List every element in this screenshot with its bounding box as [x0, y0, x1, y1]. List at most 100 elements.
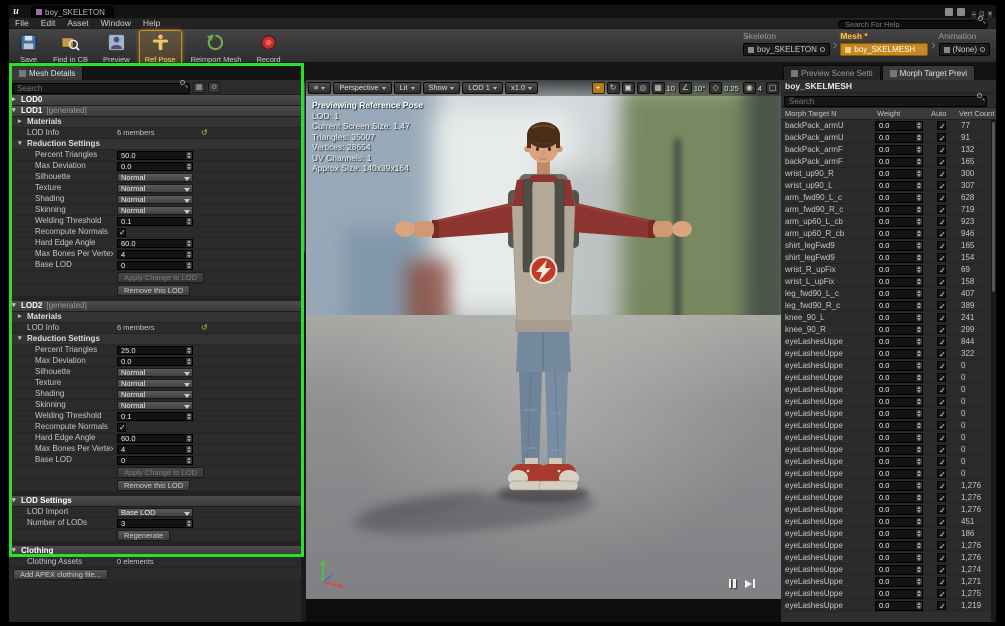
spin-arrows-icon[interactable]	[915, 566, 922, 573]
property-dropdown[interactable]: Normal	[117, 368, 193, 377]
morph-auto-checkbox[interactable]	[937, 409, 946, 418]
spin-arrows-icon[interactable]	[915, 158, 922, 165]
move-tool-icon[interactable]: +	[592, 82, 605, 94]
category-lod1[interactable]: ▾LOD1[generated]	[9, 106, 306, 117]
playback-speed-menu[interactable]: x1.0	[505, 82, 538, 94]
spin-arrows-icon[interactable]	[185, 358, 192, 365]
spin-arrows-icon[interactable]	[915, 146, 922, 153]
morph-auto-checkbox[interactable]	[937, 493, 946, 502]
spin-arrows-icon[interactable]	[915, 278, 922, 285]
property-dropdown[interactable]: Normal	[117, 184, 193, 193]
morph-auto-checkbox[interactable]	[937, 445, 946, 454]
property-spinbox[interactable]: 60.0	[117, 239, 193, 248]
morph-weight-spinbox[interactable]: 0.0	[875, 445, 923, 455]
subcategory-materials[interactable]: ▸Materials	[9, 117, 306, 128]
property-spinbox[interactable]: 50.0	[117, 151, 193, 160]
spin-arrows-icon[interactable]	[915, 590, 922, 597]
morph-auto-checkbox[interactable]	[937, 241, 946, 250]
spin-arrows-icon[interactable]	[915, 218, 922, 225]
reset-to-default-icon[interactable]: ↺	[201, 128, 208, 138]
spin-arrows-icon[interactable]	[915, 374, 922, 381]
view-mode-menu[interactable]: Lit	[394, 82, 421, 94]
property-spinbox[interactable]: 0.0	[117, 162, 193, 171]
spin-arrows-icon[interactable]	[915, 194, 922, 201]
spin-arrows-icon[interactable]	[185, 435, 192, 442]
morph-auto-checkbox[interactable]	[937, 565, 946, 574]
morph-auto-checkbox[interactable]	[937, 577, 946, 586]
pause-button[interactable]	[728, 575, 737, 593]
property-spinbox[interactable]: 3	[117, 519, 193, 528]
morph-auto-checkbox[interactable]	[937, 253, 946, 262]
morph-auto-checkbox[interactable]	[937, 601, 946, 610]
preview-button[interactable]: Preview	[97, 30, 136, 66]
spin-arrows-icon[interactable]	[915, 434, 922, 441]
morph-auto-checkbox[interactable]	[937, 385, 946, 394]
morph-weight-spinbox[interactable]: 0.0	[875, 337, 923, 347]
spin-arrows-icon[interactable]	[185, 163, 192, 170]
spin-arrows-icon[interactable]	[915, 398, 922, 405]
menu-edit[interactable]: Edit	[35, 18, 62, 29]
property-dropdown[interactable]: Normal	[117, 401, 193, 410]
morph-auto-checkbox[interactable]	[937, 121, 946, 130]
morph-scrollbar[interactable]	[991, 120, 996, 622]
expander-icon[interactable]: ▸	[12, 95, 16, 105]
property-dropdown[interactable]: Base LOD	[117, 508, 193, 517]
spin-arrows-icon[interactable]	[185, 251, 192, 258]
morph-auto-checkbox[interactable]	[937, 505, 946, 514]
help-search-input[interactable]	[838, 20, 988, 29]
breadcrumb-asset-button[interactable]: boy_SKELMESH	[840, 43, 928, 56]
grid-snap-toggle-icon[interactable]: ▦	[652, 82, 665, 94]
morph-weight-spinbox[interactable]: 0.0	[875, 481, 923, 491]
spin-arrows-icon[interactable]	[915, 446, 922, 453]
morph-auto-checkbox[interactable]	[937, 529, 946, 538]
morph-weight-spinbox[interactable]: 0.0	[875, 361, 923, 371]
morph-weight-spinbox[interactable]: 0.0	[875, 217, 923, 227]
morph-weight-spinbox[interactable]: 0.0	[875, 589, 923, 599]
morph-auto-checkbox[interactable]	[937, 145, 946, 154]
property-spinbox[interactable]: 0.1	[117, 217, 193, 226]
spin-arrows-icon[interactable]	[915, 578, 922, 585]
spin-arrows-icon[interactable]	[915, 542, 922, 549]
save-button[interactable]: Save	[13, 30, 44, 66]
morph-weight-spinbox[interactable]: 0.0	[875, 349, 923, 359]
morph-auto-checkbox[interactable]	[937, 481, 946, 490]
maximize-viewport-icon[interactable]: ▢	[766, 82, 779, 94]
spin-arrows-icon[interactable]	[915, 170, 922, 177]
coordinate-system-toggle-icon[interactable]: ◎	[637, 82, 650, 94]
property-spinbox[interactable]: 25.0	[117, 346, 193, 355]
morph-weight-spinbox[interactable]: 0.0	[875, 265, 923, 275]
category-clothing[interactable]: ▾Clothing	[9, 546, 306, 557]
show-menu[interactable]: Show	[423, 82, 461, 94]
tab-morph-target-preview[interactable]: Morph Target Previ	[882, 65, 975, 80]
spin-arrows-icon[interactable]	[185, 446, 192, 453]
spin-arrows-icon[interactable]	[915, 494, 922, 501]
find-in-cb-button[interactable]: Find in CB	[47, 30, 94, 66]
morph-weight-spinbox[interactable]: 0.0	[875, 565, 923, 575]
expander-icon[interactable]: ▸	[18, 117, 22, 127]
property-dropdown[interactable]: Normal	[117, 379, 193, 388]
morph-weight-spinbox[interactable]: 0.0	[875, 433, 923, 443]
morph-weight-spinbox[interactable]: 0.0	[875, 301, 923, 311]
morph-auto-checkbox[interactable]	[937, 289, 946, 298]
spin-arrows-icon[interactable]	[915, 458, 922, 465]
morph-auto-checkbox[interactable]	[937, 277, 946, 286]
morph-weight-spinbox[interactable]: 0.0	[875, 133, 923, 143]
spin-arrows-icon[interactable]	[185, 240, 192, 247]
expander-icon[interactable]: ▾	[12, 106, 16, 116]
rotation-snap-toggle-icon[interactable]: ∠	[679, 82, 692, 94]
spin-arrows-icon[interactable]	[915, 122, 922, 129]
breadcrumb-asset-button[interactable]: boy_SKELETON	[743, 43, 830, 56]
spin-arrows-icon[interactable]	[915, 326, 922, 333]
expander-icon[interactable]: ▾	[12, 301, 16, 311]
spin-arrows-icon[interactable]	[915, 602, 922, 609]
property-dropdown[interactable]: Normal	[117, 206, 193, 215]
spin-arrows-icon[interactable]	[185, 218, 192, 225]
property-spinbox[interactable]: 0.0	[117, 357, 193, 366]
reset-to-default-icon[interactable]: ↺	[201, 323, 208, 333]
morph-weight-spinbox[interactable]: 0.0	[875, 457, 923, 467]
morph-weight-spinbox[interactable]: 0.0	[875, 397, 923, 407]
scale-tool-icon[interactable]: ▣	[622, 82, 635, 94]
morph-weight-spinbox[interactable]: 0.0	[875, 409, 923, 419]
expander-icon[interactable]: ▾	[12, 496, 16, 506]
morph-auto-checkbox[interactable]	[937, 133, 946, 142]
